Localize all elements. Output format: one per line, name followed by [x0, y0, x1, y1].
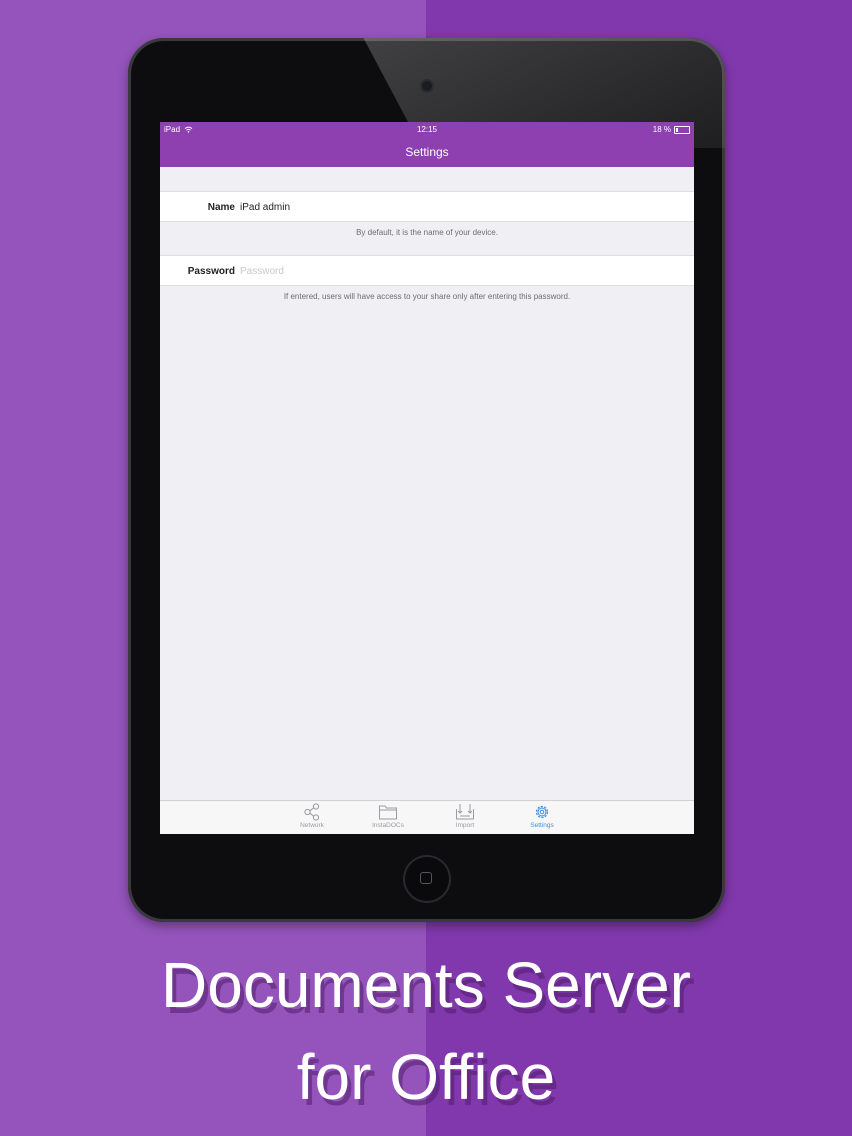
- camera-icon: [422, 81, 432, 91]
- status-bar: iPad 12:15 18 %: [160, 122, 694, 137]
- password-input[interactable]: [240, 256, 540, 287]
- tab-instadocs[interactable]: InstaDOCs: [358, 803, 418, 829]
- import-tray-icon: [456, 804, 474, 820]
- caption-line-1: Documents Server: [161, 949, 691, 1021]
- name-label: Name: [207, 202, 235, 213]
- battery-percent: 18 %: [652, 125, 671, 134]
- home-square-icon: [420, 872, 432, 884]
- tab-settings[interactable]: Settings: [512, 803, 572, 829]
- name-row[interactable]: Name iPad admin: [160, 191, 694, 222]
- app-screen: iPad 12:15 18 % Settings Name iPad admin…: [160, 122, 694, 834]
- status-right: 18 %: [653, 125, 690, 134]
- name-hint: By default, it is the name of your devic…: [356, 228, 498, 237]
- battery-icon: [674, 125, 690, 134]
- gear-icon: [535, 805, 549, 819]
- share-icon: [304, 803, 320, 821]
- battery-fill: [676, 127, 679, 132]
- tab-instadocs-label: InstaDOCs: [372, 822, 404, 829]
- home-button[interactable]: [405, 857, 449, 901]
- password-hint: If entered, users will have access to yo…: [283, 292, 571, 301]
- tab-import-label: Import: [455, 822, 475, 829]
- tab-import[interactable]: Import: [435, 803, 495, 829]
- tab-bar: Network InstaDOCs Import Settings: [160, 800, 694, 834]
- caption-line-2: for Office: [296, 1041, 556, 1113]
- tab-settings-label: Settings: [530, 822, 554, 829]
- status-time: 12:15: [416, 125, 438, 134]
- nav-title: Settings: [160, 137, 694, 167]
- folder-icon: [379, 805, 397, 820]
- tab-network[interactable]: Network: [282, 803, 342, 829]
- password-label: Password: [187, 266, 235, 277]
- password-row[interactable]: Password: [160, 255, 694, 287]
- tab-network-label: Network: [300, 822, 324, 829]
- name-value[interactable]: iPad admin: [240, 192, 290, 223]
